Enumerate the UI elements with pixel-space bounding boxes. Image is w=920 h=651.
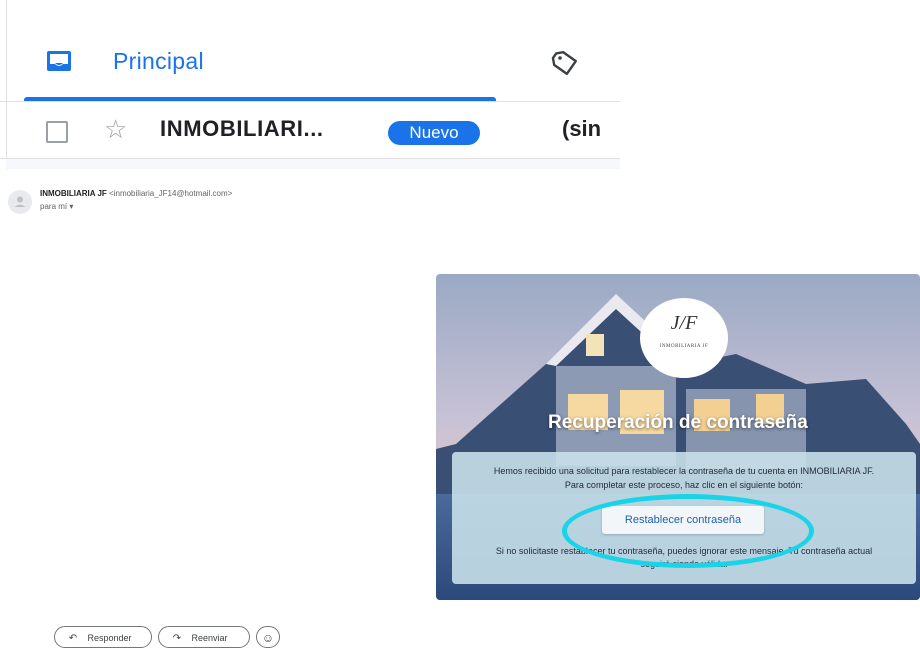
body-line-2: Para completar este proceso, haz clic en…: [564, 480, 804, 490]
from-line: INMOBILIARIA JF <inmobiliaria_JF14@hotma…: [40, 189, 232, 198]
tag-icon[interactable]: [550, 48, 580, 78]
from-email: <inmobiliaria_JF14@hotmail.com>: [109, 189, 233, 198]
next-row-hint: [6, 159, 620, 169]
person-icon: [14, 196, 26, 207]
emoji-icon: ☺: [261, 631, 275, 645]
tab-principal[interactable]: Principal: [0, 30, 620, 102]
tab-label: Principal: [113, 48, 204, 74]
email-list-row[interactable]: ☆ INMOBILIARI... Nuevo (sin: [0, 102, 620, 158]
star-icon[interactable]: ☆: [104, 114, 127, 144]
row-sender: INMOBILIARI...: [160, 116, 324, 141]
reply-icon: ↶: [68, 633, 78, 644]
forward-button[interactable]: ↷ Reenviar: [158, 626, 250, 648]
gmail-tabs-area: Principal ☆ INMOBILIARI... Nuevo (sin: [0, 0, 620, 170]
forward-icon: ↷: [172, 633, 182, 644]
body-line-1: Hemos recibido una solicitud para restab…: [493, 466, 875, 476]
row-subject: (sin: [562, 116, 602, 141]
reply-button[interactable]: ↶ Responder: [54, 626, 152, 648]
inbox-icon: [47, 51, 71, 71]
logo-mark: J/F: [670, 312, 698, 334]
row-checkbox[interactable]: [46, 121, 68, 143]
new-badge: Nuevo: [388, 121, 480, 145]
forward-label: Reenviar: [191, 633, 228, 643]
logo-text: INMOBILIARIA JF: [659, 344, 709, 349]
highlight-annotation: [562, 494, 814, 568]
company-logo: J/F INMOBILIARIA JF: [640, 298, 728, 378]
to-dropdown[interactable]: para mí ▾: [40, 202, 73, 211]
reply-label: Responder: [87, 633, 132, 643]
card-title: Recuperación de contraseña: [548, 412, 808, 433]
from-name[interactable]: INMOBILIARIA JF: [40, 189, 107, 198]
sender-avatar[interactable]: [8, 190, 32, 214]
emoji-button[interactable]: ☺: [256, 626, 280, 648]
